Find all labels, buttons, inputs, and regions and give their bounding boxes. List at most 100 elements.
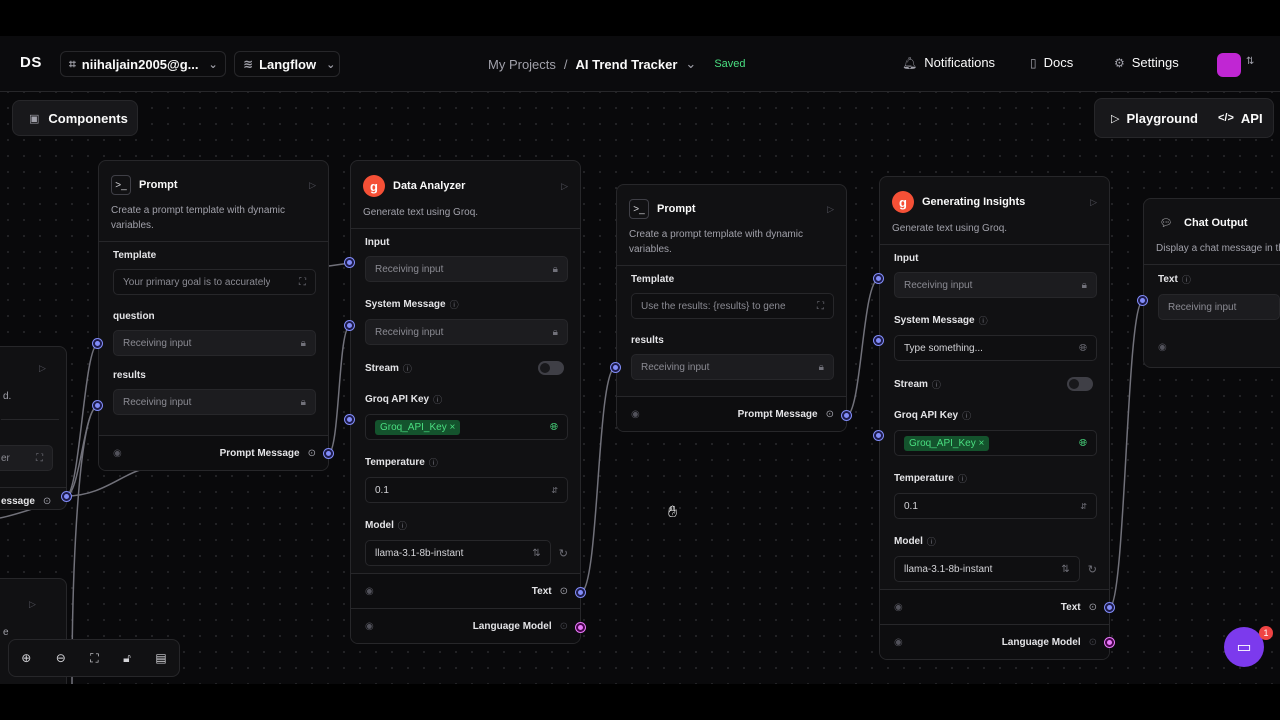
system-message-handle[interactable] xyxy=(345,321,354,330)
globe-icon[interactable]: 🌐︎ xyxy=(550,422,558,433)
play-icon[interactable]: ▷ xyxy=(561,181,568,192)
eye-icon[interactable]: ◉ xyxy=(894,602,903,613)
text-input-handle[interactable] xyxy=(1138,296,1147,305)
prompt-message-handle[interactable] xyxy=(324,449,333,458)
edge-insights-to-output[interactable] xyxy=(1108,300,1144,609)
inspect-icon[interactable]: ⊙ xyxy=(1089,602,1097,613)
play-icon[interactable]: ▷ xyxy=(309,180,316,191)
api-key-input[interactable]: Groq_API_Key × 🌐︎ xyxy=(365,414,568,440)
eye-icon[interactable]: ◉ xyxy=(113,448,122,459)
node-title: Chat Output xyxy=(1184,217,1248,229)
model-select[interactable]: llama-3.1-8b-instant ⇅ xyxy=(894,556,1080,582)
edge-prompt1-to-analyzer[interactable] xyxy=(327,325,351,455)
info-icon[interactable]: ⓘ xyxy=(398,519,407,532)
eye-icon[interactable]: ◉ xyxy=(1158,342,1167,353)
template-field: Template Your primary goal is to accurat… xyxy=(99,242,328,297)
node-description: Generate text using Groq. xyxy=(880,219,1109,245)
eye-icon[interactable]: ◉ xyxy=(365,621,374,632)
stream-toggle[interactable] xyxy=(538,361,564,375)
info-icon[interactable]: ⓘ xyxy=(403,362,412,375)
support-chat-button[interactable]: ▭ xyxy=(1224,627,1264,667)
text-output-handle[interactable] xyxy=(1105,603,1114,612)
info-icon[interactable]: ⓘ xyxy=(450,298,459,311)
edge-analyzer-to-prompt2[interactable] xyxy=(579,366,617,594)
info-icon[interactable]: ⓘ xyxy=(979,314,988,327)
temperature-input[interactable]: 0.1 ⇵ xyxy=(894,493,1097,519)
temperature-input[interactable]: 0.1 ⇵ xyxy=(365,477,568,503)
expand-icon[interactable]: ⛶ xyxy=(299,277,306,288)
eye-icon[interactable]: ◉ xyxy=(365,586,374,597)
fit-view-icon[interactable]: ⛶ xyxy=(90,651,98,666)
edge-prompt2-to-insights[interactable] xyxy=(845,278,880,417)
question-handle[interactable] xyxy=(93,339,102,348)
inspect-icon[interactable]: ⊙ xyxy=(560,621,568,632)
template-input[interactable]: Use the results: {results} to gene ⛶ xyxy=(631,293,834,319)
generating-insights-node[interactable]: g Generating Insights ▷ Generate text us… xyxy=(879,176,1110,660)
info-icon[interactable]: ⓘ xyxy=(1182,273,1191,286)
info-icon[interactable]: ⓘ xyxy=(962,409,971,422)
info-icon[interactable]: ⓘ xyxy=(927,535,936,548)
zoom-in-icon[interactable]: ⊕ xyxy=(21,651,31,665)
model-select[interactable]: llama-3.1-8b-instant ⇅ xyxy=(365,540,551,566)
hand-cursor-icon: ✋︎ xyxy=(668,504,678,521)
model-output-handle[interactable] xyxy=(576,623,585,632)
partial-output-row: essage ⊙ xyxy=(0,487,66,509)
api-key-handle[interactable] xyxy=(345,415,354,424)
results-handle[interactable] xyxy=(611,363,620,372)
expand-icon[interactable]: ⛶ xyxy=(36,453,43,464)
model-value: llama-3.1-8b-instant xyxy=(904,563,993,575)
play-icon[interactable]: ▷ xyxy=(827,204,834,215)
note-icon[interactable]: ▤ xyxy=(155,651,166,665)
info-icon[interactable]: ⓘ xyxy=(433,393,442,406)
edge-left-to-question[interactable] xyxy=(65,343,99,497)
info-icon[interactable]: ⓘ xyxy=(429,456,438,469)
template-input[interactable]: Your primary goal is to accurately ⛶ xyxy=(113,269,316,295)
refresh-icon[interactable]: ↻ xyxy=(559,547,568,560)
api-key-input[interactable]: Groq_API_Key × 🌐︎ xyxy=(894,430,1097,456)
partial-output-label: essage xyxy=(1,496,35,507)
results-handle[interactable] xyxy=(93,401,102,410)
api-key-handle[interactable] xyxy=(874,431,883,440)
system-message-input[interactable]: Type something... 🌐︎ xyxy=(894,335,1097,361)
model-output-handle[interactable] xyxy=(1105,638,1114,647)
refresh-icon[interactable]: ↻ xyxy=(1088,563,1097,576)
output-label: Prompt Message xyxy=(219,447,300,459)
input-handle[interactable] xyxy=(345,258,354,267)
info-icon[interactable]: ⓘ xyxy=(958,472,967,485)
globe-icon[interactable]: 🌐︎ xyxy=(1079,438,1087,449)
model-field: Model ⓘ llama-3.1-8b-instant ⇅ ↻ xyxy=(351,511,580,568)
globe-icon[interactable]: 🌐︎ xyxy=(1079,343,1087,354)
play-icon[interactable]: ▷ xyxy=(1090,197,1097,208)
stepper-icon[interactable]: ⇵ xyxy=(1080,502,1087,511)
prompt-node-1[interactable]: >_ Prompt ▷ Create a prompt template wit… xyxy=(98,160,329,471)
data-analyzer-node[interactable]: g Data Analyzer ▷ Generate text using Gr… xyxy=(350,160,581,644)
api-key-chip[interactable]: Groq_API_Key × xyxy=(375,419,461,435)
inspect-icon[interactable]: ⊙ xyxy=(43,496,51,509)
prompt-message-handle[interactable] xyxy=(842,411,851,420)
stream-toggle[interactable] xyxy=(1067,377,1093,391)
prompt-node-2[interactable]: >_ Prompt ▷ Create a prompt template wit… xyxy=(616,184,847,432)
input-handle[interactable] xyxy=(874,274,883,283)
partial-input[interactable]: er ⛶ xyxy=(0,445,53,471)
partial-node-left[interactable]: ▷ d. er ⛶ essage ⊙ xyxy=(0,346,67,510)
inspect-icon[interactable]: ⊙ xyxy=(308,448,316,459)
inspect-icon[interactable]: ⊙ xyxy=(1089,637,1097,648)
canvas-controls: ⊕ ⊖ ⛶ 🔓︎ ▤ xyxy=(8,639,180,677)
play-icon[interactable]: ▷ xyxy=(39,363,46,374)
play-icon[interactable]: ▷ xyxy=(29,599,36,610)
eye-icon[interactable]: ◉ xyxy=(894,637,903,648)
zoom-out-icon[interactable]: ⊖ xyxy=(56,651,66,665)
lock-icon[interactable]: 🔓︎ xyxy=(123,651,131,666)
eye-icon[interactable]: ◉ xyxy=(631,409,640,420)
info-icon[interactable]: ⓘ xyxy=(932,378,941,391)
node-header: >_ Prompt ▷ xyxy=(617,185,846,225)
api-key-chip[interactable]: Groq_API_Key × xyxy=(904,435,990,451)
chat-output-node[interactable]: 💬︎ Chat Output Display a chat message in… xyxy=(1143,198,1280,368)
expand-icon[interactable]: ⛶ xyxy=(817,301,824,312)
output-handle[interactable] xyxy=(62,492,71,501)
system-message-handle[interactable] xyxy=(874,336,883,345)
inspect-icon[interactable]: ⊙ xyxy=(826,409,834,420)
inspect-icon[interactable]: ⊙ xyxy=(560,586,568,597)
stepper-icon[interactable]: ⇵ xyxy=(551,486,558,495)
text-output-handle[interactable] xyxy=(576,588,585,597)
